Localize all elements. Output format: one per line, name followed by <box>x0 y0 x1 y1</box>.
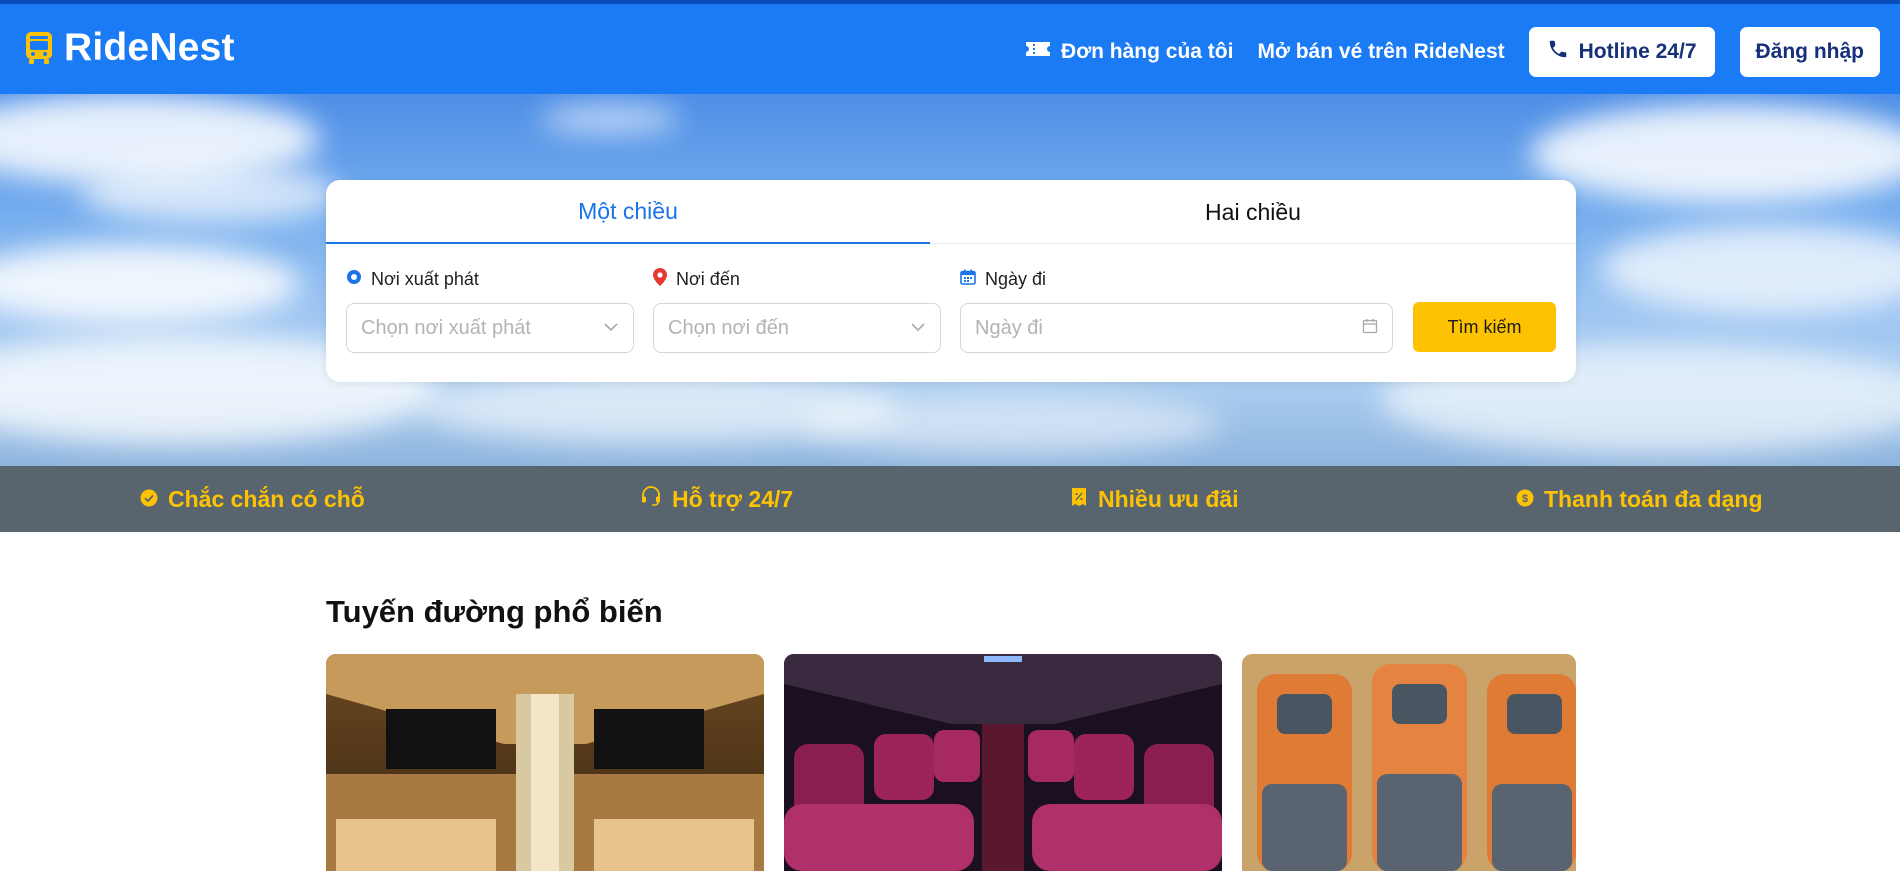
header-nav: Đơn hàng của tôi Mở bán vé trên RideNest… <box>1025 27 1880 77</box>
feature-support: Hỗ trợ 24/7 <box>640 466 793 532</box>
origin-select[interactable]: Chọn nơi xuất phát <box>346 303 634 353</box>
login-button[interactable]: Đăng nhập <box>1739 27 1880 77</box>
coin-icon: $ <box>1516 486 1534 513</box>
destination-field: Nơi đến Chọn nơi đến <box>653 267 941 353</box>
limousine-seats-image <box>1242 654 1576 871</box>
location-pin-icon <box>653 267 667 291</box>
hotline-label: Hotline 24/7 <box>1578 40 1697 63</box>
cloud <box>1530 104 1900 204</box>
cloud <box>1600 224 1900 314</box>
features-strip: Chắc chắn có chỗ Hỗ trợ 24/7 Nhiều ưu đã… <box>0 466 1900 532</box>
phone-icon <box>1547 38 1569 66</box>
cloud <box>80 164 340 224</box>
logo[interactable]: RideNest <box>24 28 235 67</box>
search-card: Một chiều Hai chiều Nơi xuất phát Chọn n… <box>326 180 1576 382</box>
discount-icon <box>1070 486 1088 513</box>
origin-label: Nơi xuất phát <box>371 268 479 289</box>
destination-placeholder: Chọn nơi đến <box>668 316 789 339</box>
sleeper-bus-interior-image <box>326 654 764 871</box>
ticket-icon <box>1025 40 1051 64</box>
origin-field: Nơi xuất phát Chọn nơi xuất phát <box>346 268 634 353</box>
calendar-icon <box>1362 318 1378 339</box>
feature-label: Hỗ trợ 24/7 <box>672 485 794 512</box>
bus-icon <box>24 31 54 65</box>
origin-label-row: Nơi xuất phát <box>346 268 634 290</box>
cloud <box>540 104 680 134</box>
trip-type-tabs: Một chiều Hai chiều <box>326 180 1576 244</box>
origin-placeholder: Chọn nơi xuất phát <box>361 316 531 339</box>
top-header: RideNest Đơn hàng của tôi Mở bán vé trên… <box>0 0 1900 94</box>
destination-label-row: Nơi đến <box>653 267 941 291</box>
search-button[interactable]: Tìm kiếm <box>1413 302 1556 352</box>
popular-routes-title: Tuyến đường phổ biến <box>326 594 663 629</box>
date-placeholder: Ngày đi <box>975 316 1043 339</box>
date-label: Ngày đi <box>985 268 1047 289</box>
calendar-icon <box>960 269 976 290</box>
destination-label: Nơi đến <box>676 268 740 289</box>
sell-tickets-link[interactable]: Mở bán vé trên RideNest <box>1257 40 1504 64</box>
my-orders-label: Đơn hàng của tôi <box>1061 40 1234 63</box>
route-card-sleeper-cabin[interactable] <box>326 654 764 871</box>
date-field: Ngày đi Ngày đi <box>960 268 1393 353</box>
date-input[interactable]: Ngày đi <box>960 303 1393 353</box>
feature-payment: $ Thanh toán đa dạng <box>1516 466 1763 532</box>
login-label: Đăng nhập <box>1755 40 1865 63</box>
headset-icon <box>640 485 662 513</box>
destination-select[interactable]: Chọn nơi đến <box>653 303 941 353</box>
feature-label: Nhiều ưu đãi <box>1098 485 1239 512</box>
cloud <box>0 244 300 324</box>
my-orders-link[interactable]: Đơn hàng của tôi <box>1025 40 1233 64</box>
feature-discounts: Nhiều ưu đãi <box>1070 466 1239 532</box>
hotline-button[interactable]: Hotline 24/7 <box>1528 27 1715 77</box>
seated-bus-interior-image <box>784 654 1222 871</box>
feature-label: Chắc chắn có chỗ <box>168 485 365 512</box>
tab-one-way[interactable]: Một chiều <box>326 180 930 244</box>
date-label-row: Ngày đi <box>960 268 1393 290</box>
logo-text: RideNest <box>64 26 235 69</box>
check-circle-icon <box>140 486 158 513</box>
svg-text:$: $ <box>1522 493 1528 505</box>
route-card-limousine[interactable] <box>1242 654 1576 871</box>
cloud <box>800 394 1220 454</box>
feature-label: Thanh toán đa dạng <box>1544 485 1763 512</box>
feature-guaranteed-seat: Chắc chắn có chỗ <box>140 466 365 532</box>
origin-dot-icon <box>346 269 362 290</box>
route-card-seated-bus[interactable] <box>784 654 1222 871</box>
chevron-down-icon <box>910 319 926 337</box>
tab-round-trip[interactable]: Hai chiều <box>930 180 1576 244</box>
sell-tickets-label: Mở bán vé trên RideNest <box>1257 40 1505 63</box>
chevron-down-icon <box>603 319 619 337</box>
